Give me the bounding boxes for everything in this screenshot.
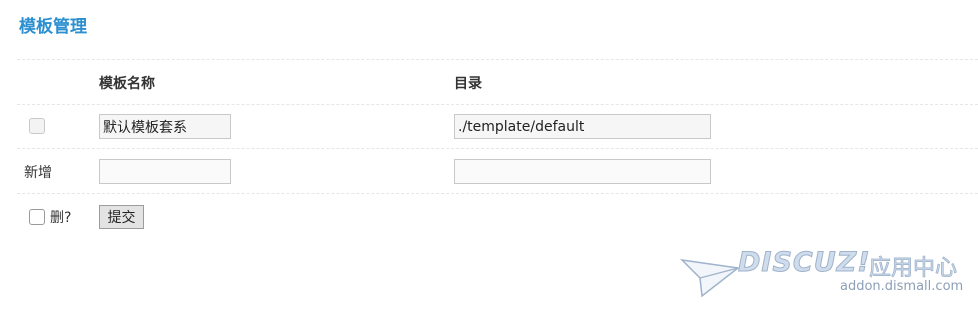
watermark-logo: DISCUZ! bbox=[738, 247, 871, 279]
divider bbox=[17, 193, 978, 194]
divider bbox=[17, 59, 978, 60]
template-directory-input[interactable] bbox=[454, 114, 711, 139]
watermark-url: addon.dismall.com bbox=[840, 279, 964, 294]
paper-plane-icon bbox=[680, 258, 740, 298]
new-template-directory-input[interactable] bbox=[454, 159, 711, 184]
column-header-directory: 目录 bbox=[454, 76, 482, 92]
discuz-watermark: DISCUZ! 应用中心 addon.dismall.com bbox=[680, 246, 970, 306]
divider bbox=[17, 148, 978, 149]
column-header-name: 模板名称 bbox=[99, 76, 155, 92]
row-select-checkbox bbox=[29, 118, 45, 134]
submit-button[interactable]: 提交 bbox=[99, 205, 144, 229]
new-row-label: 新增 bbox=[24, 165, 52, 181]
delete-checkbox[interactable] bbox=[29, 209, 45, 225]
divider bbox=[17, 104, 978, 105]
delete-label: 删? bbox=[50, 210, 72, 226]
template-name-input[interactable] bbox=[99, 114, 231, 139]
new-template-name-input[interactable] bbox=[99, 159, 231, 184]
page-title: 模板管理 bbox=[19, 17, 87, 37]
watermark-subtitle: 应用中心 bbox=[869, 256, 958, 282]
